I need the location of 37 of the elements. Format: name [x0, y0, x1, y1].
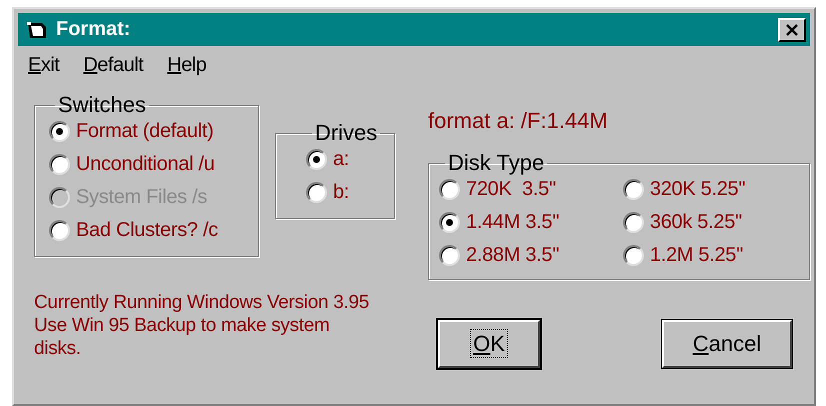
radio-label: Format (default) [76, 120, 214, 143]
cancel-button[interactable]: Cancel [662, 320, 792, 368]
radio-label: 2.88M 3.5'' [466, 244, 560, 267]
radio-button[interactable] [306, 149, 327, 170]
group-title: Disk Type [447, 152, 546, 174]
radio-button[interactable] [622, 179, 644, 200]
radio-button[interactable] [49, 220, 70, 241]
radio-button[interactable] [49, 154, 70, 175]
group-title: Switches [57, 94, 148, 116]
radio-label: 1.44M 3.5'' [466, 211, 560, 234]
radio-label: 1.2M 5.25'' [650, 244, 744, 267]
radio-label: Bad Clusters? /c [76, 219, 218, 242]
menu-item[interactable]: Default [83, 54, 144, 84]
command-line: format a: /F:1.44M [428, 108, 609, 134]
radio-button[interactable] [622, 245, 644, 266]
radio-label: a: [332, 148, 350, 171]
radio-label: 320K 5.25'' [650, 178, 746, 201]
close-button[interactable] [778, 18, 806, 42]
close-icon [785, 24, 799, 36]
radio-label: 720K 3.5'' [466, 178, 556, 201]
radio-label: Unconditional /u [76, 153, 215, 176]
menu-item[interactable]: Help [167, 54, 206, 84]
radio-button[interactable] [439, 179, 460, 200]
radio-label: 360k 5.25'' [650, 211, 742, 234]
menu-item[interactable]: Exit [28, 54, 60, 84]
window-title: Format: [56, 18, 132, 41]
radio-button[interactable] [439, 245, 460, 266]
status-message: Use Win 95 Backup to make system [34, 314, 330, 337]
radio-button[interactable] [622, 212, 644, 233]
group-title: Drives [314, 122, 378, 144]
radio-button[interactable] [439, 212, 460, 233]
radio-button[interactable] [306, 182, 327, 203]
ok-button[interactable]: OK [438, 320, 540, 368]
status-message: Currently Running Windows Version 3.95 [34, 291, 369, 314]
status-message: disks. [34, 337, 81, 360]
radio-label: b: [332, 181, 350, 204]
radio-button[interactable] [49, 121, 70, 142]
